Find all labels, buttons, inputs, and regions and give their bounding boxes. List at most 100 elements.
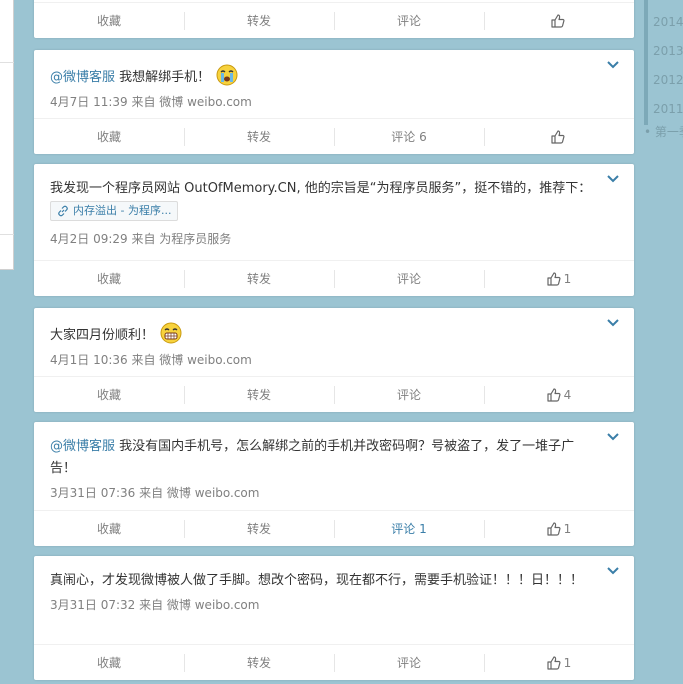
thumbs-up-icon [547,271,561,286]
post-actions: 收藏 转发 评论 4 [34,376,634,412]
repost-label: 转发 [246,130,271,144]
post-text: @微博客服 我想解绑手机！ [50,64,592,89]
thumbs-up-icon [547,521,561,536]
chevron-down-icon[interactable] [606,432,620,442]
post-meta: 3月31日 07:32 来自 微博 weibo.com [50,598,260,612]
chevron-down-icon[interactable] [606,566,620,576]
post-text: 真闹心，才发现微博被人做了手脚。想改个密码，现在都不行，需要手机验证！！！日！！… [50,570,592,592]
like-count: 1 [563,271,572,286]
repost-label: 转发 [246,14,271,28]
like-count: 1 [563,655,572,670]
thumbs-up-icon [547,655,561,670]
timeline-bar [644,0,648,125]
repost-button[interactable]: 转发 [184,377,334,412]
like-button[interactable] [484,119,634,154]
post-text: 大家四月份顺利！ [50,322,592,347]
collect-label: 收藏 [96,130,121,144]
timeline-year[interactable]: 2012 [653,73,683,87]
timeline-year[interactable]: 2013 [653,44,683,58]
collect-label: 收藏 [96,388,121,402]
post-content: 我发现一个程序员网站 OutOfMemory.CN, 他的宗旨是“为程序员服务”… [50,181,592,196]
collect-button[interactable]: 收藏 [34,261,184,296]
comment-button[interactable]: 评论 1 [334,511,484,546]
chevron-down-icon[interactable] [606,174,620,184]
post-text: 我发现一个程序员网站 OutOfMemory.CN, 他的宗旨是“为程序员服务”… [50,178,592,222]
like-count: 1 [563,521,572,536]
repost-button[interactable]: 转发 [184,261,334,296]
post-meta: 4月1日 10:36 来自 微博 weibo.com [50,353,252,367]
link-label: 内存溢出 - 为程序... [73,203,172,217]
weibo-post: @微博客服 我想解绑手机！ 4月7日 11:39 来自 微博 weibo.com… [34,50,634,154]
comment-label: 评论 [396,272,421,286]
post-actions: 收藏 转发 评论 6 [34,118,634,154]
weibo-post: 收藏 转发 评论 [34,0,634,38]
timeline-more[interactable]: • 第一季 [644,123,683,140]
thumbs-up-icon [550,13,565,28]
shared-link[interactable]: 内存溢出 - 为程序... [50,200,179,221]
post-actions: 收藏 转发 评论 1 1 [34,510,634,546]
post-text: @微博客服 我没有国内手机号，怎么解绑之前的手机并改密码啊？号被盗了，发了一堆子… [50,436,592,480]
mention-link[interactable]: @微博客服 [50,70,115,85]
left-panel [0,0,14,270]
repost-label: 转发 [246,272,271,286]
like-count: 4 [563,387,572,402]
repost-label: 转发 [246,522,271,536]
collect-button[interactable]: 收藏 [34,645,184,680]
weibo-post: 真闹心，才发现微博被人做了手脚。想改个密码，现在都不行，需要手机验证！！！日！！… [34,556,634,680]
repost-button[interactable]: 转发 [184,119,334,154]
repost-label: 转发 [246,388,271,402]
post-actions: 收藏 转发 评论 1 [34,644,634,680]
weibo-post: @微博客服 我没有国内手机号，怎么解绑之前的手机并改密码啊？号被盗了，发了一堆子… [34,422,634,546]
crying-emoji-icon [216,64,238,86]
comment-label: 评论 6 [391,130,427,144]
like-button[interactable]: 4 [484,377,634,412]
weibo-post: 大家四月份顺利！ 4月1日 10:36 来自 微博 weibo.com 收藏 转… [34,308,634,412]
repost-button[interactable]: 转发 [184,645,334,680]
comment-button[interactable]: 评论 [334,3,484,38]
collect-button[interactable]: 收藏 [34,511,184,546]
timeline-more-label: 第一季 [654,125,683,139]
collect-label: 收藏 [96,272,121,286]
post-meta: 4月7日 11:39 来自 微博 weibo.com [50,95,252,109]
thumbs-up-icon [547,387,561,402]
post-content: 我想解绑手机！ [115,70,211,85]
like-button[interactable] [484,3,634,38]
repost-label: 转发 [246,656,271,670]
mention-link[interactable]: @微博客服 [50,439,115,454]
comment-label: 评论 [396,14,421,28]
post-content: 我没有国内手机号，怎么解绑之前的手机并改密码啊？号被盗了，发了一堆子广告！ [50,439,575,476]
link-icon [58,205,68,216]
comment-button[interactable]: 评论 [334,261,484,296]
comment-label: 评论 1 [391,522,427,536]
thumbs-up-icon [550,129,565,144]
comment-button[interactable]: 评论 6 [334,119,484,154]
collect-label: 收藏 [96,14,121,28]
collect-button[interactable]: 收藏 [34,377,184,412]
comment-label: 评论 [396,656,421,670]
post-content: 大家四月份顺利！ [50,328,155,343]
like-button[interactable]: 1 [484,645,634,680]
year-timeline: 2014 2013 2012 2011 • 第一季 [644,0,683,140]
repost-button[interactable]: 转发 [184,3,334,38]
comment-label: 评论 [396,388,421,402]
comment-button[interactable]: 评论 [334,377,484,412]
comment-button[interactable]: 评论 [334,645,484,680]
collect-label: 收藏 [96,656,121,670]
post-meta: 4月2日 09:29 来自 为程序员服务 [50,232,232,246]
post-actions: 收藏 转发 评论 1 [34,260,634,296]
collect-label: 收藏 [96,522,121,536]
collect-button[interactable]: 收藏 [34,3,184,38]
like-button[interactable]: 1 [484,511,634,546]
post-actions: 收藏 转发 评论 [34,2,634,38]
timeline-year[interactable]: 2014 [653,15,683,29]
chevron-down-icon[interactable] [606,60,620,70]
post-content: 真闹心，才发现微博被人做了手脚。想改个密码，现在都不行，需要手机验证！！！日！！… [50,573,584,588]
collect-button[interactable]: 收藏 [34,119,184,154]
weibo-post: 我发现一个程序员网站 OutOfMemory.CN, 他的宗旨是“为程序员服务”… [34,164,634,296]
repost-button[interactable]: 转发 [184,511,334,546]
post-meta: 3月31日 07:36 来自 微博 weibo.com [50,486,260,500]
like-button[interactable]: 1 [484,261,634,296]
chevron-down-icon[interactable] [606,318,620,328]
timeline-year[interactable]: 2011 [653,102,683,116]
grinning-emoji-icon [160,322,182,344]
